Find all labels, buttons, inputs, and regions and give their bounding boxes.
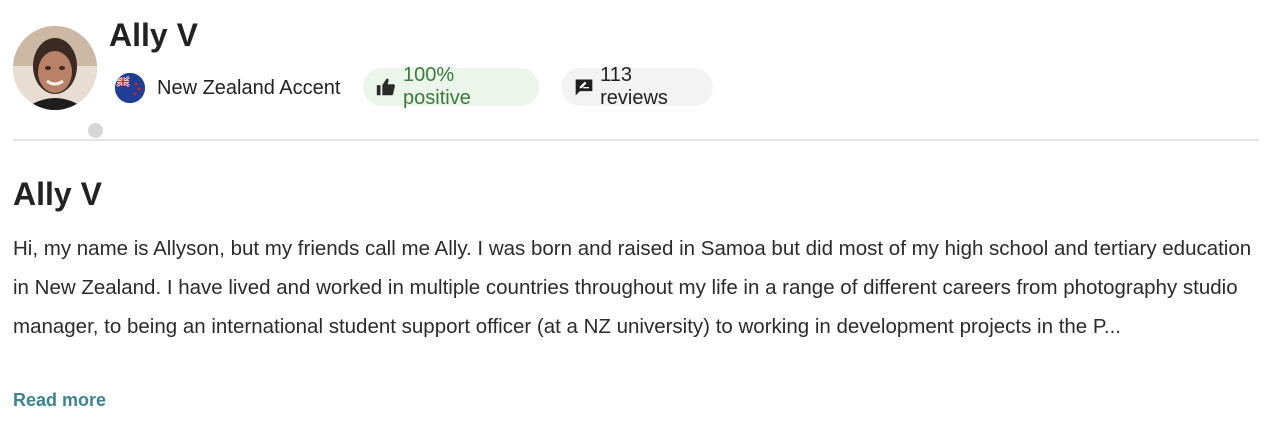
section-divider [13, 139, 1259, 141]
bio-title: Ally V [13, 176, 102, 212]
thumbs-up-icon [375, 76, 397, 98]
avatar[interactable] [13, 26, 97, 110]
read-more-link[interactable]: Read more [13, 387, 106, 413]
review-icon [573, 76, 594, 98]
online-status-dot [86, 121, 105, 140]
tutor-name: Ally V [109, 17, 198, 53]
rating-label: 100% positive [403, 64, 471, 109]
accent-tag: New Zealand Accent [115, 70, 340, 106]
avatar-container [13, 26, 105, 140]
accent-label: New Zealand Accent [157, 76, 341, 99]
reviews-label: 113 reviews [600, 64, 668, 109]
reviews-badge[interactable]: 113 reviews [561, 64, 713, 109]
rating-badge: 100% positive [363, 64, 539, 109]
new-zealand-flag-icon [115, 73, 145, 103]
profile-header: Ally V New Zealand Accent 100% positive … [0, 0, 1268, 140]
bio-text: Hi, my name is Allyson, but my friends c… [13, 237, 1252, 338]
avatar-image [13, 26, 97, 110]
